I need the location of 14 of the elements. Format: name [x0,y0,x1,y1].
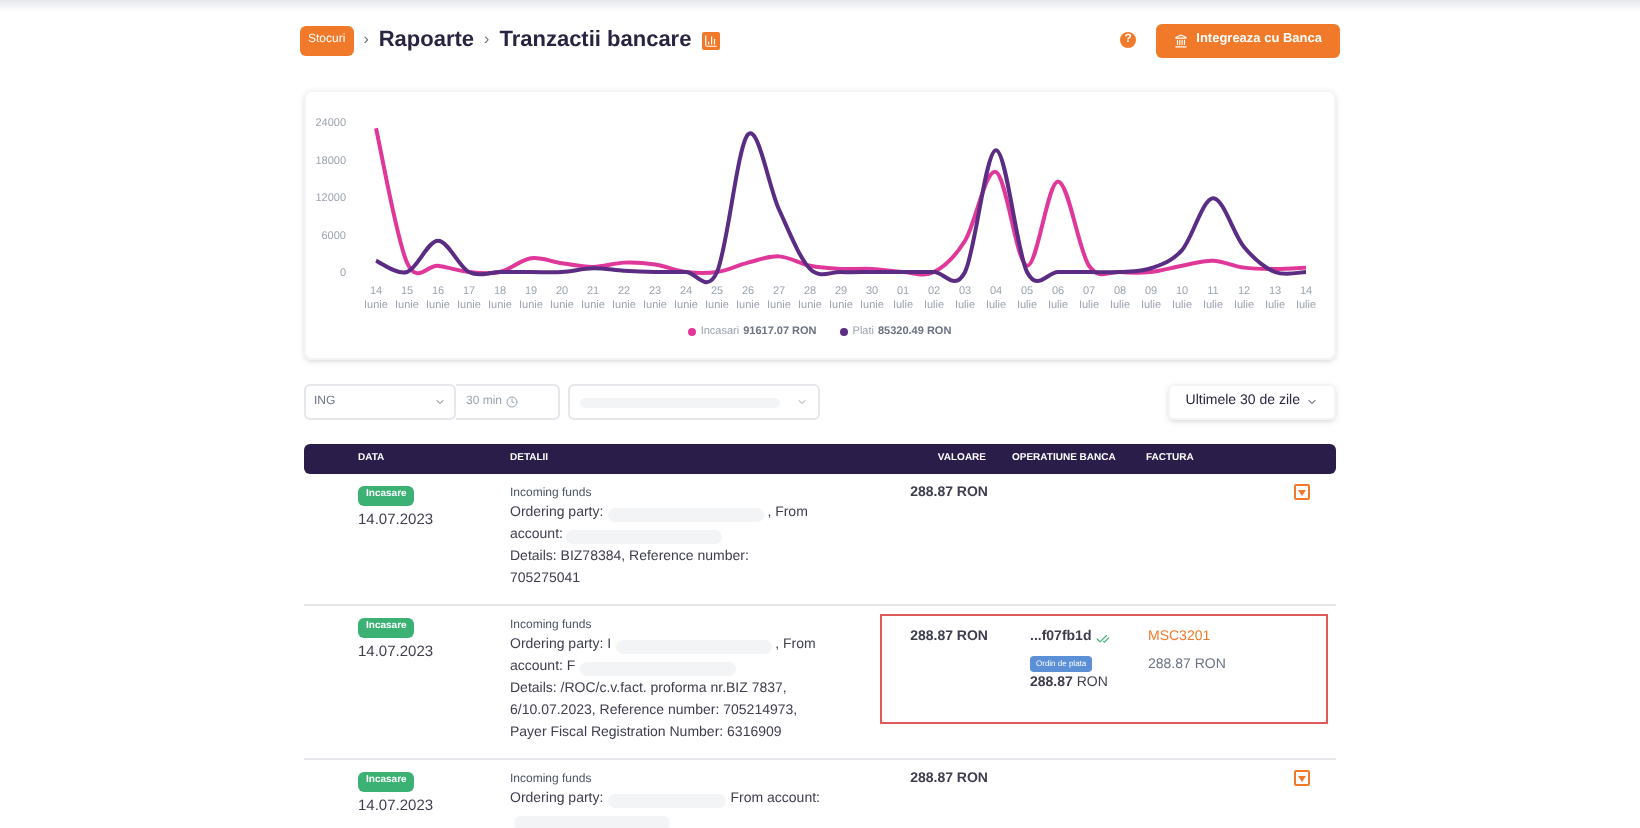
expand-button[interactable] [1294,484,1310,500]
bank-icon [1174,33,1189,47]
chevron-down-icon [1306,396,1318,408]
clock-icon [506,396,519,408]
expand-button[interactable] [1294,770,1310,786]
page-title: Tranzactii bancare [499,25,692,56]
chevron-down-icon [434,396,446,408]
caret-icon [1298,775,1306,781]
chart-icon[interactable] [701,31,720,49]
breadcrumb-separator: › [484,28,490,52]
caret-icon [1298,489,1306,495]
breadcrumb-separator: › [363,28,369,52]
breadcrumb-link[interactable]: Rapoarte [378,23,475,57]
chevron-down-icon [796,396,808,408]
